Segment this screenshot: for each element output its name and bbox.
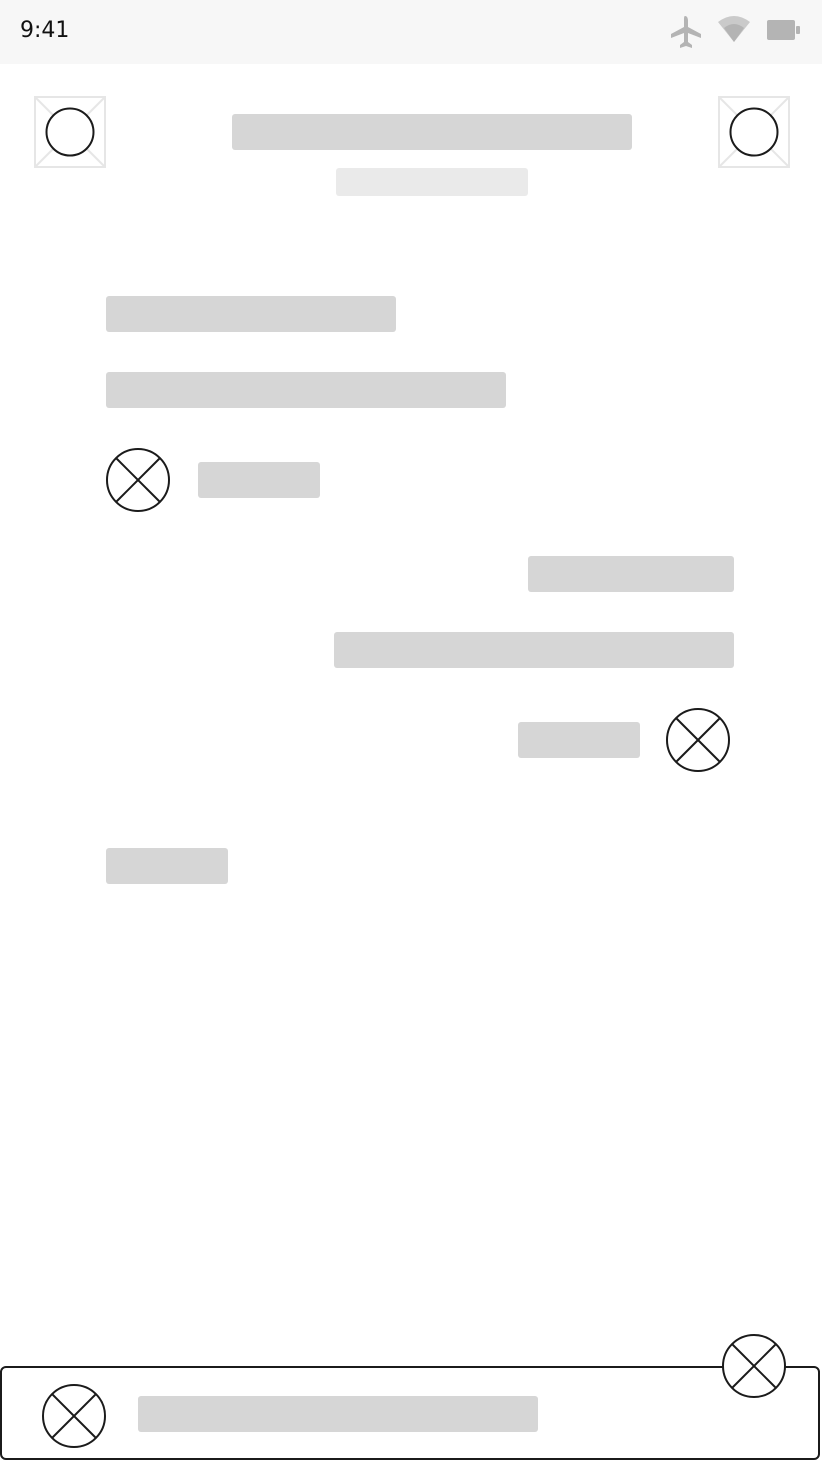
header-left-button[interactable] [34, 96, 106, 168]
airplane-icon [671, 16, 701, 48]
sender-name [198, 462, 320, 498]
placeholder-image-icon [718, 96, 790, 168]
header-right-button[interactable] [718, 96, 790, 168]
message-input[interactable] [138, 1396, 538, 1432]
header-subtitle [336, 168, 528, 196]
message-line [106, 372, 506, 408]
sender-name [518, 722, 640, 758]
wifi-icon [718, 16, 750, 42]
placeholder-image-icon [34, 96, 106, 168]
avatar-placeholder-icon[interactable] [664, 706, 732, 774]
status-bar: 9:41 [0, 0, 822, 64]
message-line [106, 848, 228, 884]
message-line [334, 632, 734, 668]
message-line [106, 296, 396, 332]
avatar-placeholder-icon[interactable] [104, 446, 172, 514]
header-title [232, 114, 632, 150]
send-placeholder-icon[interactable] [720, 1332, 788, 1400]
message-line [528, 556, 734, 592]
attachment-placeholder-icon[interactable] [40, 1382, 108, 1450]
status-time: 9:41 [20, 18, 70, 43]
battery-icon [767, 20, 800, 40]
